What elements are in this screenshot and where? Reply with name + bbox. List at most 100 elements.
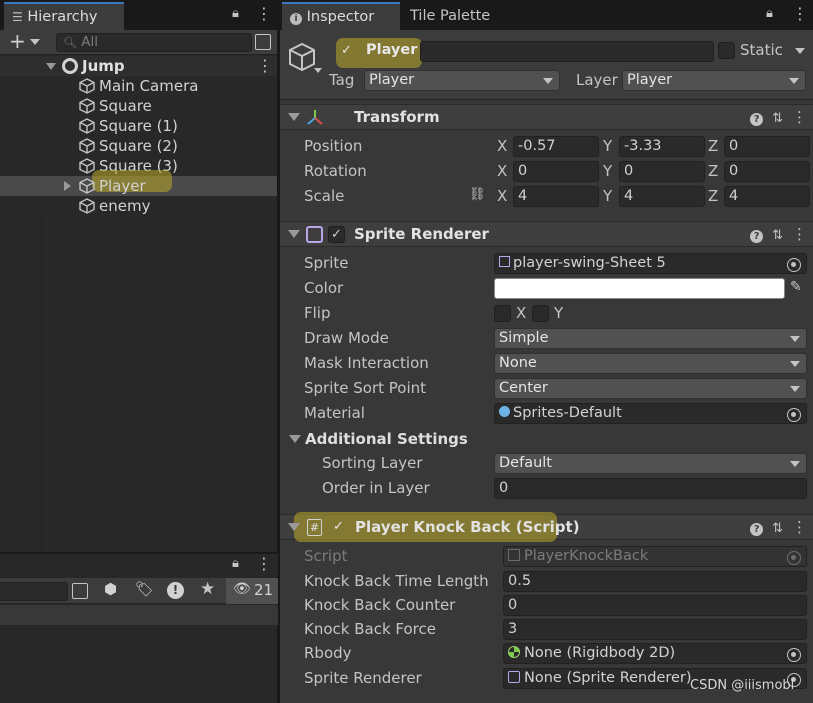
constrain-proportions-link-icon[interactable]: ⛓ — [469, 187, 486, 202]
favorite-star-icon[interactable]: ★ — [200, 579, 215, 599]
fold-arrow-icon[interactable] — [288, 230, 300, 238]
object-name-field-box[interactable] — [420, 41, 714, 62]
static-checkbox[interactable] — [718, 42, 735, 59]
filter-type-icon[interactable]: ⬢ — [104, 580, 117, 598]
flip-x-checkbox[interactable] — [494, 305, 511, 322]
hidden-toggle[interactable]: 👁︎ 21 — [226, 578, 278, 604]
tab-inspector[interactable]: i Inspector — [282, 2, 400, 30]
lock-icon[interactable]: 🔒︎ — [232, 556, 239, 571]
fold-arrow-icon[interactable] — [289, 435, 301, 443]
search-options-icon[interactable] — [72, 583, 88, 599]
scale-z-field[interactable]: 4 — [724, 186, 810, 207]
material-object-field[interactable]: Sprites-Default — [494, 403, 807, 424]
script-file-icon — [508, 549, 520, 561]
preset-sliders-icon[interactable]: ⇅ — [772, 521, 783, 536]
tag-dropdown[interactable]: Player — [364, 70, 560, 91]
tag-value: Player — [369, 72, 415, 88]
object-picker-icon[interactable] — [787, 258, 801, 272]
rbody-value: None (Rigidbody 2D) — [524, 645, 676, 661]
more-menu-icon[interactable]: ⋮ — [256, 554, 272, 573]
object-picker-icon[interactable] — [787, 648, 801, 662]
transform-axes-icon — [307, 110, 323, 125]
component-menu-icon[interactable]: ⋮ — [792, 225, 807, 243]
scale-y-field[interactable]: 4 — [619, 186, 705, 207]
tree-item[interactable]: Square (1) — [0, 116, 277, 136]
sorting-layer-value: Default — [499, 455, 552, 471]
sprite-sort-point-dropdown[interactable]: Center — [494, 378, 807, 399]
knockback-header[interactable]: # ✓ Player Knock Back (Script) ? ⇅ ⋮ — [280, 512, 813, 542]
color-swatch[interactable] — [494, 278, 785, 299]
chevron-down-icon — [789, 78, 799, 84]
scene-menu-icon[interactable]: ⋮ — [257, 56, 273, 76]
knockback-enabled-checkbox[interactable]: ✓ — [330, 519, 347, 536]
position-z-field[interactable]: 0 — [724, 136, 810, 157]
knock-back-force-field[interactable]: 3 — [503, 619, 807, 640]
knock-back-counter-field[interactable]: 0 — [503, 595, 807, 616]
transform-scale-row: Scale ⛓ X 4 Y 4 Z 4 — [280, 184, 813, 209]
add-dropdown-chevron-icon[interactable] — [30, 39, 40, 45]
static-dropdown-chevron-icon[interactable] — [795, 48, 805, 54]
tab-hierarchy[interactable]: ☰ Hierarchy — [4, 2, 124, 30]
label-tag-icon[interactable]: 🏷︎ — [135, 580, 154, 598]
help-icon[interactable]: ? — [750, 230, 764, 243]
preset-sliders-icon[interactable]: ⇅ — [772, 111, 783, 126]
component-menu-icon[interactable]: ⋮ — [792, 108, 807, 126]
help-icon[interactable]: ? — [750, 523, 764, 536]
expand-arrow-icon[interactable] — [64, 181, 71, 191]
layer-dropdown[interactable]: Player — [622, 70, 806, 91]
expand-arrow-icon[interactable] — [46, 63, 56, 70]
flip-y-checkbox[interactable] — [532, 305, 549, 322]
scale-x-field[interactable]: 4 — [513, 186, 599, 207]
tree-item[interactable]: Main Camera — [0, 76, 277, 96]
flip-label: Flip — [304, 304, 331, 322]
sorting-layer-row: Sorting Layer Default — [280, 451, 813, 476]
preset-sliders-icon[interactable]: ⇅ — [772, 228, 783, 243]
sprite-renderer-header[interactable]: ✓ Sprite Renderer ? ⇅ ⋮ — [280, 221, 813, 247]
hierarchy-search-input[interactable]: 🔍︎ All — [56, 33, 252, 52]
rotation-x-field[interactable]: 0 — [513, 161, 599, 182]
tag-label: Tag — [329, 71, 355, 89]
transform-header[interactable]: Transform ? ⇅ ⋮ — [280, 104, 813, 130]
lock-icon[interactable]: 🔒︎ — [232, 6, 239, 21]
tree-item[interactable]: Square (2) — [0, 136, 277, 156]
warning-icon[interactable]: ! — [167, 582, 184, 599]
scene-name: Jump — [82, 57, 125, 75]
additional-settings-label[interactable]: Additional Settings — [305, 427, 468, 452]
tab-tile-palette[interactable]: Tile Palette — [410, 2, 510, 30]
inspector-tabbar: i Inspector Tile Palette 🔒︎ ⋮ — [280, 0, 813, 30]
position-y-field[interactable]: -3.33 — [619, 136, 705, 157]
more-menu-icon[interactable]: ⋮ — [256, 4, 272, 23]
component-header-icons: ? ⇅ ⋮ — [741, 225, 807, 243]
fold-arrow-icon[interactable] — [288, 113, 300, 121]
fold-arrow-icon[interactable] — [288, 523, 300, 531]
tree-item[interactable]: Square — [0, 96, 277, 116]
more-menu-icon[interactable]: ⋮ — [792, 4, 808, 23]
knock-back-counter-label: Knock Back Counter — [304, 596, 456, 614]
object-picker-icon[interactable] — [787, 408, 801, 422]
knock-back-time-length-field[interactable]: 0.5 — [503, 571, 807, 592]
component-menu-icon[interactable]: ⋮ — [792, 518, 807, 536]
project-search-input[interactable] — [0, 582, 68, 601]
sprite-object-field[interactable]: player-swing-Sheet 5 — [494, 253, 807, 274]
mask-interaction-label: Mask Interaction — [304, 354, 429, 372]
mask-interaction-dropdown[interactable]: None — [494, 353, 807, 374]
icon-dropdown-chevron-icon[interactable] — [314, 68, 322, 73]
active-checkbox[interactable]: ✓ — [338, 43, 355, 60]
eyedropper-icon[interactable]: ✎ — [790, 279, 802, 295]
search-options-icon[interactable] — [255, 34, 271, 50]
position-x-field[interactable]: -0.57 — [513, 136, 599, 157]
rotation-y-field[interactable]: 0 — [619, 161, 705, 182]
add-icon[interactable]: + — [9, 30, 26, 53]
rotation-z-field[interactable]: 0 — [724, 161, 810, 182]
draw-mode-dropdown[interactable]: Simple — [494, 328, 807, 349]
order-in-layer-field[interactable]: 0 — [494, 478, 807, 499]
tree-item[interactable]: enemy — [0, 196, 277, 216]
lock-icon[interactable]: 🔒︎ — [766, 6, 773, 21]
sorting-layer-dropdown[interactable]: Default — [494, 453, 807, 474]
sprite-renderer-enabled-checkbox[interactable]: ✓ — [328, 226, 345, 243]
tree-item-selected[interactable]: Player — [0, 170, 277, 196]
help-icon[interactable]: ? — [750, 113, 764, 126]
rbody-object-field[interactable]: None (Rigidbody 2D) — [503, 643, 807, 664]
tile-palette-tab-label: Tile Palette — [410, 8, 491, 24]
scene-row[interactable]: Jump ⋮ — [0, 56, 277, 76]
